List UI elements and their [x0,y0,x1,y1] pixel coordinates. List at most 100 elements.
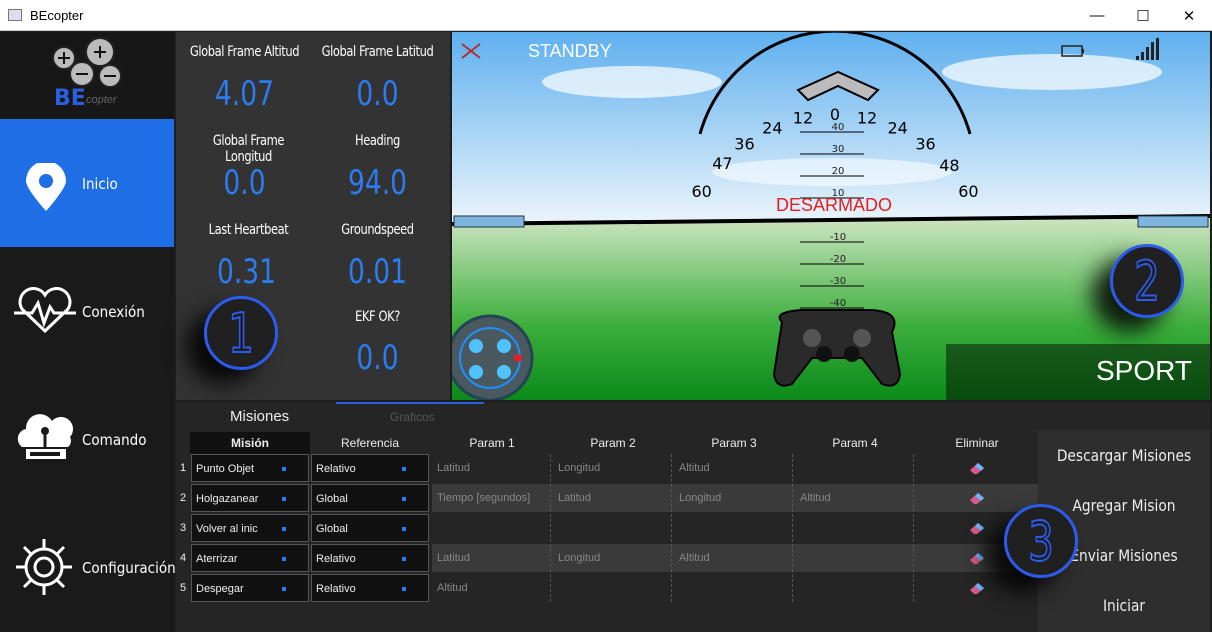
dropdown-arrow-icon [402,497,406,501]
telemetry-label: EKF OK? [355,309,400,325]
param-field[interactable]: Longitud [554,454,672,482]
delete-mission-icon[interactable] [970,462,984,474]
column-header: Misión [190,432,310,454]
param-field[interactable] [675,514,793,542]
param-field[interactable] [554,514,672,542]
column-header: Param 1 [469,436,515,450]
sidebar-item-comando[interactable]: Comando [0,375,174,503]
logo-subtext: copter [86,94,117,106]
telemetry-value: 0.0 [356,338,399,378]
param-field[interactable] [796,454,914,482]
cell-text: Punto Objet [196,463,255,475]
param-field[interactable]: Tiempo [segundos] [433,484,551,512]
param-field[interactable] [675,574,793,602]
start-button[interactable]: Iniciar [1050,596,1198,615]
cell-text: Longitud [679,492,722,504]
reference-select[interactable]: Relativo [311,454,429,482]
param-field[interactable] [796,514,914,542]
roll-scale-label: 47 [712,154,732,173]
cell-text: Relativo [316,463,356,475]
telemetry-value: 94.0 [347,163,408,203]
drone-position-icon [452,314,534,400]
cell-text: Aterrizar [196,553,238,565]
param-field[interactable]: Altitud [433,574,551,602]
param-field[interactable]: Altitud [675,544,793,572]
param-field[interactable]: Altitud [796,484,914,512]
annotation-badge-2: 2 [1110,244,1184,318]
window-title: BEcopter [30,8,84,23]
delete-mission-icon[interactable] [970,552,984,564]
column-header: Param 2 [590,436,636,450]
telemetry-value: 0.0 [223,163,266,203]
sidebar-item-label: Configuración [82,559,176,577]
missions-table: Misión Referencia Param 1 Param 2 Param 3 Par… [176,402,1038,632]
pitch-scale-label: -10 [830,232,846,243]
title-bar: BEcopter — ☐ ✕ [0,0,1212,31]
sidebar-item-configuracion[interactable]: Configuración [0,503,176,631]
pitch-scale-label: 30 [832,144,845,155]
param-field[interactable]: Longitud [554,544,672,572]
delete-mission-icon[interactable] [970,492,984,504]
param-field[interactable]: Latitud [433,454,551,482]
param-field[interactable]: Latitud [554,484,672,512]
cell-text: Altitud [437,582,468,594]
delete-mission-icon[interactable] [970,582,984,594]
roll-scale-label: 12 [857,108,877,127]
maximize-button[interactable]: ☐ [1120,0,1166,31]
mission-type-select[interactable]: Holgazanear [191,484,309,512]
armed-status: DESARMADO [776,195,893,215]
mission-type-select[interactable]: Aterrizar [191,544,309,572]
param-field[interactable]: Latitud [433,544,551,572]
column-header: Param 4 [832,436,878,450]
dropdown-arrow-icon [282,527,286,531]
reference-select[interactable]: Relativo [311,544,429,572]
add-mission-button[interactable]: Agregar Mision [1050,496,1198,515]
annotation-badge-1: 1 [204,296,278,370]
param-field[interactable]: Altitud [675,454,793,482]
location-pin-icon [26,163,66,211]
row-number: 4 [179,552,187,564]
telemetry-label: Groundspeed [341,222,414,238]
telemetry-label: Global Frame Longitud [212,133,285,165]
param-field[interactable] [796,574,914,602]
row-number: 2 [179,492,187,504]
telemetry-label: Global Frame Altitud [189,44,300,60]
flight-mode: SPORT [1096,355,1192,386]
sidebar-item-inicio[interactable]: Inicio [0,119,174,247]
row-number: 1 [179,462,187,474]
close-button[interactable]: ✕ [1166,0,1212,31]
cell-text: Altitud [679,462,710,474]
roll-scale-label: 24 [762,118,782,137]
param-field[interactable] [554,574,672,602]
telemetry-panel: Global Frame Altitud 4.07 Global Frame L… [176,32,450,400]
logo: BE copter [0,32,174,118]
pitch-scale-label: 40 [832,122,845,133]
cell-text: Tiempo [segundos] [437,492,531,504]
artificial-horizon: 6047362412 0 122436486040302010-10-20-30-4… [452,32,1210,400]
delete-mission-icon[interactable] [970,522,984,534]
param-field[interactable] [433,514,551,542]
param-field[interactable] [796,544,914,572]
sidebar-item-conexion[interactable]: Conexión [0,247,174,375]
mission-type-select[interactable]: Volver al inic [191,514,309,542]
reference-select[interactable]: Global [311,514,429,542]
roll-scale-label: 24 [887,118,907,137]
roll-scale-label: 48 [939,156,959,175]
param-field[interactable]: Longitud [675,484,793,512]
roll-scale-label: 36 [734,134,754,153]
pitch-scale-label: -30 [830,276,846,287]
telemetry-label: Last Heartbeat [208,222,289,238]
dropdown-arrow-icon [402,587,406,591]
reference-select[interactable]: Global [311,484,429,512]
dropdown-arrow-icon [402,467,406,471]
cell-text: Relativo [316,553,356,565]
mission-type-select[interactable]: Despegar [191,574,309,602]
reference-select[interactable]: Relativo [311,574,429,602]
cell-text: Latitud [437,462,471,474]
dropdown-arrow-icon [402,557,406,561]
mission-type-select[interactable]: Punto Objet [191,454,309,482]
cell-text: Global [316,493,348,505]
dropdown-arrow-icon [402,527,406,531]
download-missions-button[interactable]: Descargar Misiones [1050,446,1198,465]
minimize-button[interactable]: — [1074,0,1120,31]
